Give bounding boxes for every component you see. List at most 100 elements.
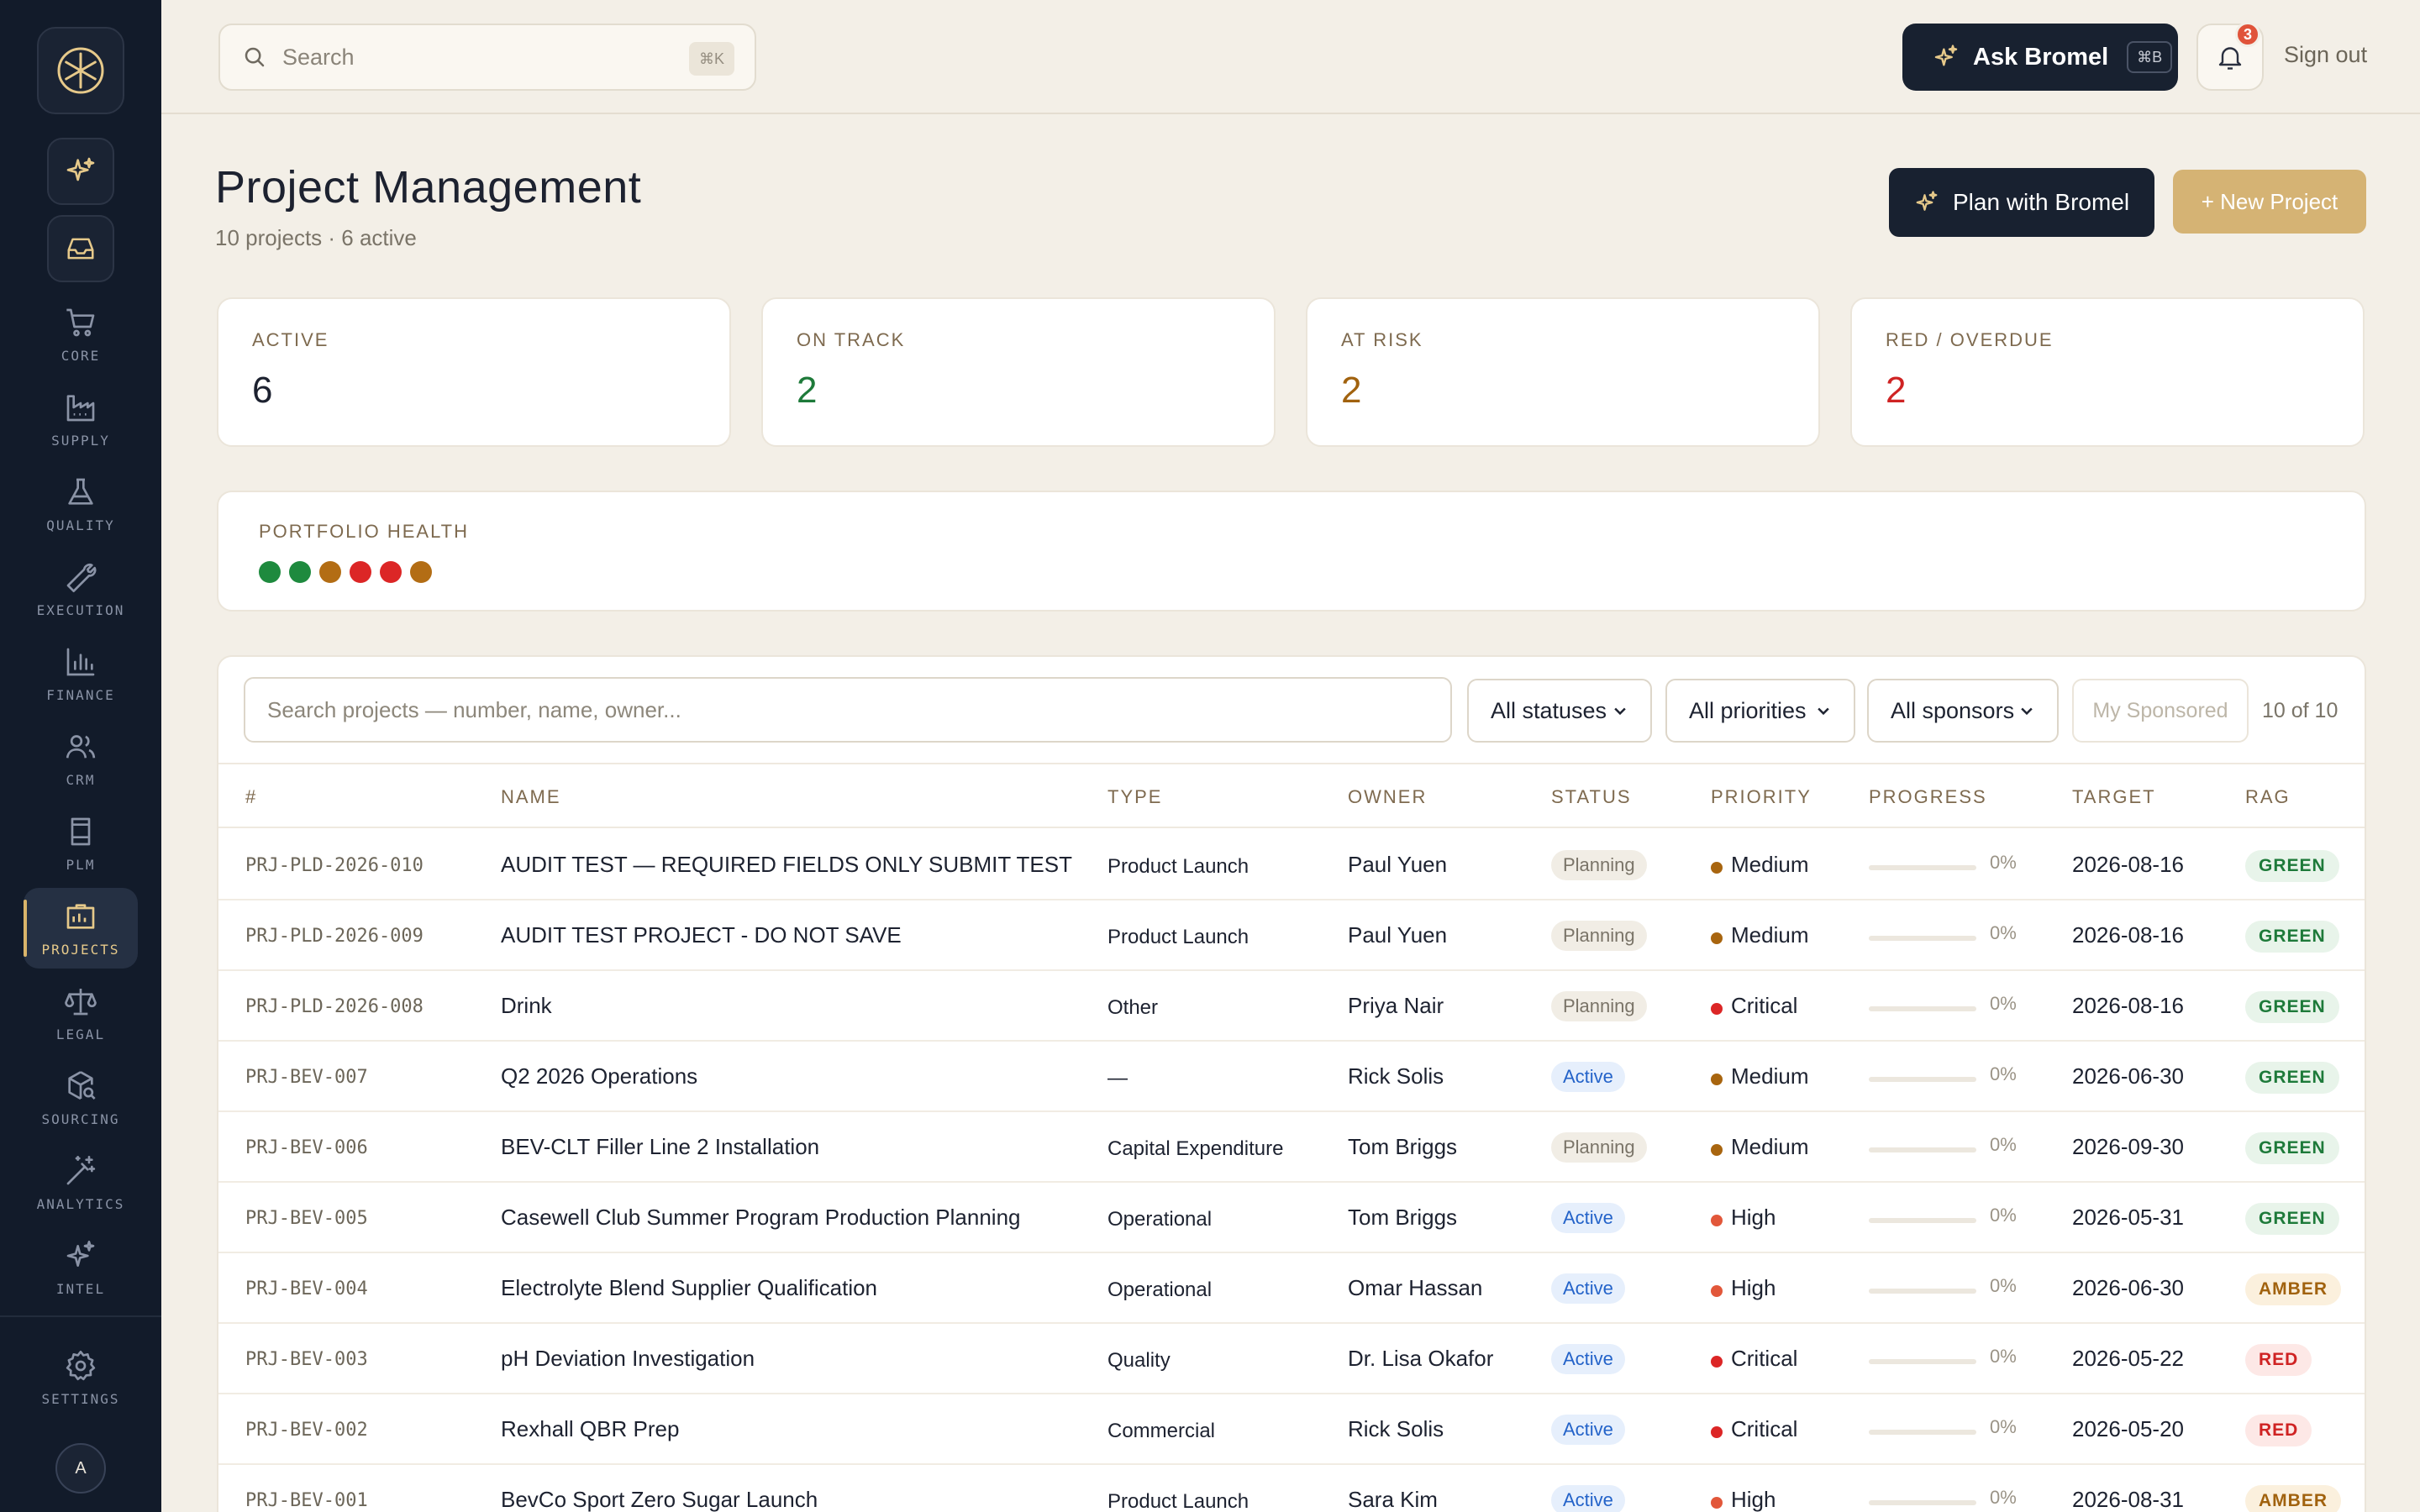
status-filter-select[interactable]: All statuses bbox=[1467, 679, 1652, 743]
progress-percent: 0% bbox=[1990, 993, 2017, 1014]
cart-icon bbox=[66, 308, 95, 336]
health-dot bbox=[410, 561, 432, 583]
priority-dot bbox=[1711, 1074, 1723, 1085]
project-type: Operational bbox=[1107, 1208, 1213, 1231]
new-project-button[interactable]: + New Project bbox=[2173, 170, 2366, 234]
priority-label: Medium bbox=[1731, 852, 1809, 877]
stat-card-red-overdue: RED / OVERDUE 2 bbox=[1850, 297, 2365, 447]
sidebar-nav: CORE SUPPLY QUALITY EXECUTION FINANCE CR… bbox=[0, 294, 161, 1312]
project-search-input[interactable]: Search projects — number, name, owner... bbox=[244, 677, 1452, 743]
sidebar-item-core[interactable]: CORE bbox=[24, 294, 138, 375]
table-row[interactable]: PRJ-BEV-004 Electrolyte Blend Supplier Qu… bbox=[218, 1253, 2365, 1324]
project-number: PRJ-PLD-2026-009 bbox=[245, 926, 424, 947]
rag-badge: AMBER bbox=[2245, 1485, 2341, 1512]
status-badge: Active bbox=[1551, 1415, 1625, 1445]
progress-bar bbox=[1869, 1077, 1976, 1082]
table-row[interactable]: PRJ-BEV-001 BevCo Sport Zero Sugar Launch… bbox=[218, 1465, 2365, 1512]
table-header: # NAME TYPE OWNER STATUS PRIORITY PROGRE… bbox=[218, 763, 2365, 828]
project-name[interactable]: AUDIT TEST — REQUIRED FIELDS ONLY SUBMIT… bbox=[501, 852, 1072, 878]
sidebar-item-settings[interactable]: SETTINGS bbox=[24, 1337, 138, 1418]
project-name[interactable]: Drink bbox=[501, 993, 552, 1019]
sidebar-item-plm[interactable]: PLM bbox=[24, 803, 138, 884]
sidebar-item-projects[interactable]: PROJECTS bbox=[24, 888, 138, 969]
table-row[interactable]: PRJ-BEV-006 BEV-CLT Filler Line 2 Install… bbox=[218, 1112, 2365, 1183]
sidebar-item-sourcing[interactable]: SOURCING bbox=[24, 1058, 138, 1138]
project-name[interactable]: Casewell Club Summer Program Production … bbox=[501, 1205, 1021, 1231]
priority-filter-select[interactable]: All priorities bbox=[1665, 679, 1855, 743]
sidebar-item-quality[interactable]: QUALITY bbox=[24, 464, 138, 544]
sidebar-item-intel[interactable]: INTEL bbox=[24, 1227, 138, 1308]
sidebar-item-crm[interactable]: CRM bbox=[24, 718, 138, 799]
stat-label: AT RISK bbox=[1341, 329, 1423, 350]
stat-label: RED / OVERDUE bbox=[1886, 329, 2054, 350]
stat-value: 6 bbox=[252, 370, 273, 411]
status-badge: Active bbox=[1551, 1273, 1625, 1304]
table-row[interactable]: PRJ-PLD-2026-009 AUDIT TEST PROJECT - DO … bbox=[218, 900, 2365, 971]
sidebar-item-execution[interactable]: EXECUTION bbox=[24, 549, 138, 629]
project-name[interactable]: Rexhall QBR Prep bbox=[501, 1416, 679, 1442]
bar-chart-icon bbox=[66, 648, 95, 675]
stat-card-on-track: ON TRACK 2 bbox=[761, 297, 1276, 447]
project-type: Capital Expenditure bbox=[1107, 1137, 1284, 1160]
sponsor-filter-select[interactable]: All sponsors bbox=[1867, 679, 2059, 743]
target-date: 2026-08-16 bbox=[2072, 922, 2184, 948]
project-owner: Priya Nair bbox=[1348, 993, 1444, 1018]
project-name[interactable]: AUDIT TEST PROJECT - DO NOT SAVE bbox=[501, 922, 902, 948]
priority-dot bbox=[1711, 1215, 1723, 1226]
project-name[interactable]: Q2 2026 Operations bbox=[501, 1063, 697, 1089]
column-header-number[interactable]: # bbox=[245, 786, 257, 808]
status-badge: Active bbox=[1551, 1344, 1625, 1374]
sidebar-item-supply[interactable]: SUPPLY bbox=[24, 379, 138, 459]
project-type: — bbox=[1107, 1067, 1128, 1089]
target-date: 2026-06-30 bbox=[2072, 1275, 2184, 1300]
column-header-priority[interactable]: PRIORITY bbox=[1711, 786, 1812, 808]
my-sponsored-toggle[interactable]: My Sponsored bbox=[2072, 679, 2249, 743]
sidebar-item-legal[interactable]: LEGAL bbox=[24, 973, 138, 1053]
ask-bromel-button[interactable]: Ask Bromel ⌘B bbox=[1902, 24, 2178, 91]
project-name[interactable]: BEV-CLT Filler Line 2 Installation bbox=[501, 1134, 819, 1160]
column-header-owner[interactable]: OWNER bbox=[1348, 786, 1427, 808]
table-row[interactable]: PRJ-BEV-005 Casewell Club Summer Program … bbox=[218, 1183, 2365, 1253]
health-dot bbox=[259, 561, 281, 583]
sidebar-item-analytics[interactable]: ANALYTICS bbox=[24, 1142, 138, 1223]
table-row[interactable]: PRJ-BEV-002 Rexhall QBR Prep Commercial Ric… bbox=[218, 1394, 2365, 1465]
project-owner: Dr. Lisa Okafor bbox=[1348, 1346, 1494, 1371]
notifications-button[interactable]: 3 bbox=[2196, 22, 2264, 91]
inbox-button[interactable] bbox=[47, 215, 114, 282]
sidebar-item-finance[interactable]: FINANCE bbox=[24, 633, 138, 714]
notification-count-badge: 3 bbox=[2235, 22, 2260, 47]
priority-label: Medium bbox=[1731, 922, 1809, 948]
app-logo[interactable] bbox=[37, 27, 124, 114]
project-name[interactable]: Electrolyte Blend Supplier Qualification bbox=[501, 1275, 877, 1301]
table-row[interactable]: PRJ-BEV-003 pH Deviation Investigation Qua… bbox=[218, 1324, 2365, 1394]
column-header-rag[interactable]: RAG bbox=[2245, 786, 2291, 808]
column-header-status[interactable]: STATUS bbox=[1551, 786, 1632, 808]
sidebar-item-label: INTEL bbox=[55, 1280, 106, 1297]
status-badge: Active bbox=[1551, 1062, 1625, 1092]
table-row[interactable]: PRJ-PLD-2026-010 AUDIT TEST — REQUIRED FI… bbox=[218, 830, 2365, 900]
column-header-progress[interactable]: PROGRESS bbox=[1869, 786, 1987, 808]
column-header-target[interactable]: TARGET bbox=[2072, 786, 2156, 808]
sidebar-item-label: FINANCE bbox=[46, 686, 115, 703]
column-header-type[interactable]: TYPE bbox=[1107, 786, 1162, 808]
status-badge: Active bbox=[1551, 1485, 1625, 1512]
priority-label: Critical bbox=[1731, 1346, 1798, 1371]
sidebar-item-label: SETTINGS bbox=[41, 1390, 120, 1407]
sidebar-item-label: ANALYTICS bbox=[36, 1195, 125, 1212]
priority-label: Medium bbox=[1731, 1063, 1809, 1089]
table-row[interactable]: PRJ-BEV-007 Q2 2026 Operations — Rick Solis… bbox=[218, 1042, 2365, 1112]
global-search-input[interactable]: Search ⌘K bbox=[218, 24, 756, 91]
sign-out-link[interactable]: Sign out bbox=[2284, 42, 2367, 68]
ai-assistant-button[interactable] bbox=[47, 138, 114, 205]
status-badge: Planning bbox=[1551, 1132, 1647, 1163]
target-date: 2026-08-16 bbox=[2072, 993, 2184, 1018]
plan-with-bromel-button[interactable]: Plan with Bromel bbox=[1889, 168, 2154, 237]
project-name[interactable]: pH Deviation Investigation bbox=[501, 1346, 755, 1372]
column-header-name[interactable]: NAME bbox=[501, 786, 561, 808]
avatar[interactable]: A bbox=[55, 1443, 106, 1494]
table-row[interactable]: PRJ-PLD-2026-008 Drink Other Priya Nair Plan… bbox=[218, 971, 2365, 1042]
project-owner: Omar Hassan bbox=[1348, 1275, 1483, 1300]
project-name[interactable]: BevCo Sport Zero Sugar Launch bbox=[501, 1487, 818, 1512]
stat-label: ACTIVE bbox=[252, 329, 329, 350]
filter-bar: Search projects — number, name, owner...… bbox=[244, 677, 2344, 743]
